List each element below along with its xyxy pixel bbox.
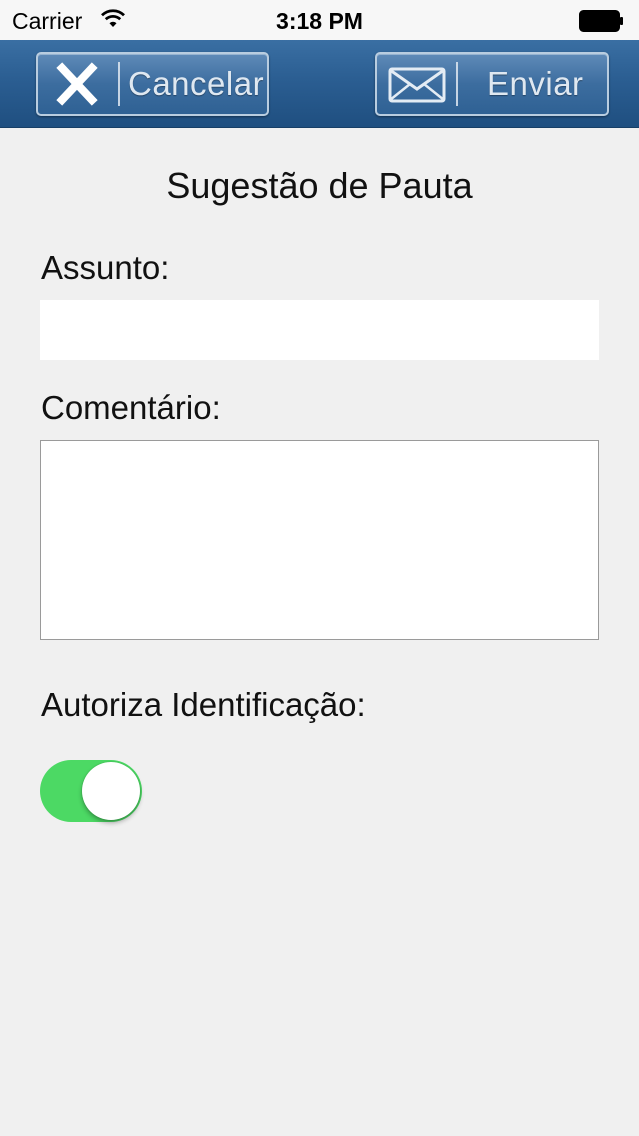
comment-label: Comentário: [41, 389, 221, 426]
cancel-button[interactable]: Cancelar [36, 52, 269, 116]
envelope-icon [388, 67, 446, 103]
toggle-knob [82, 762, 140, 820]
screen: Carrier 3:18 PM Cancelar Enviar Sugestão… [0, 0, 639, 1136]
cancel-label: Cancelar [128, 65, 265, 102]
authorize-toggle[interactable] [40, 760, 142, 822]
page-title: Sugestão de Pauta [166, 165, 473, 206]
close-x-icon [56, 62, 98, 106]
subject-label: Assunto: [41, 249, 170, 286]
send-label: Enviar [487, 65, 584, 102]
subject-input[interactable] [40, 300, 599, 360]
clock: 3:18 PM [276, 8, 363, 34]
battery-full-icon [579, 10, 623, 32]
comment-textarea[interactable] [40, 440, 599, 640]
toolbar: Cancelar Enviar [0, 40, 639, 128]
cancel-separator [118, 62, 120, 106]
status-bar: Carrier 3:18 PM [0, 0, 639, 40]
authorize-label: Autoriza Identificação: [41, 686, 366, 723]
send-button[interactable]: Enviar [375, 52, 609, 116]
send-separator [456, 62, 458, 106]
